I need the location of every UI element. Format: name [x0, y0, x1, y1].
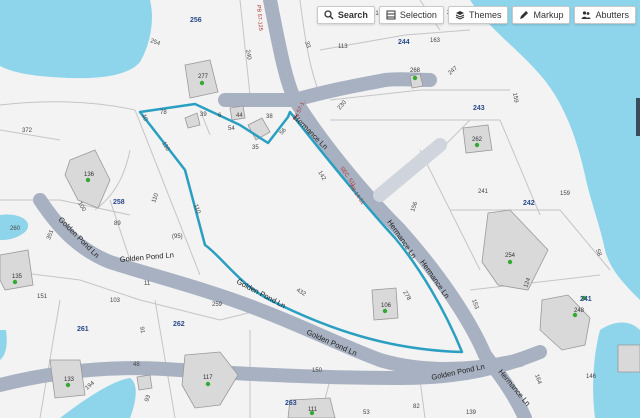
people-icon [581, 11, 591, 19]
dimension-label: 44 [236, 113, 243, 119]
search-label: Search [337, 10, 368, 20]
dimension-label: 146 [586, 374, 597, 380]
parcel-id: 263 [285, 400, 297, 407]
map-toolbar: Search Selection Themes Markup Abutters [316, 6, 636, 24]
themes-label: Themes [468, 10, 502, 20]
selection-label: Selection [399, 10, 437, 20]
building-id: 268 [410, 68, 421, 74]
parcel-map[interactable]: 256 244 243 258 242 261 262 241 263 277 … [0, 0, 640, 418]
markup-button[interactable]: Markup [512, 6, 571, 24]
dimension-label: 78 [160, 110, 167, 116]
abutters-button[interactable]: Abutters [574, 6, 636, 24]
abutters-label: Abutters [595, 10, 629, 20]
dimension-label: 82 [413, 404, 420, 410]
dimension-label: 103 [110, 298, 121, 304]
search-icon [324, 10, 334, 20]
scroll-indicator[interactable] [636, 98, 640, 136]
dimension-label: 139 [466, 410, 477, 416]
dimension-label: 38 [266, 114, 273, 120]
dimension-label: 163 [430, 38, 441, 44]
pencil-icon [520, 11, 529, 19]
dimension-label: 54 [228, 126, 235, 132]
building-id: 277 [198, 74, 209, 80]
building-id: 106 [381, 303, 392, 309]
dimension-label: 372 [22, 128, 33, 134]
dimension-label: 150 [312, 368, 323, 374]
dimension-label: 53 [363, 410, 370, 416]
parcel-id: 258 [113, 199, 125, 206]
parcel-id: 261 [77, 326, 89, 333]
building-id: 254 [505, 253, 516, 259]
dimension-label: 113 [338, 44, 348, 50]
themes-button[interactable]: Themes [447, 6, 509, 24]
building-id: 117 [203, 375, 213, 381]
building-id: 262 [472, 137, 483, 143]
dimension-label: 11 [144, 281, 151, 287]
dimension-label: 260 [10, 226, 21, 232]
parcel-id: 244 [398, 39, 410, 46]
search-button[interactable]: Search [316, 6, 375, 24]
building-id: 135 [12, 274, 23, 280]
dimension-label: 151 [37, 294, 48, 300]
dimension-label: (95) [172, 234, 183, 240]
building-id: 111 [308, 407, 318, 413]
dimension-label: 35 [252, 145, 259, 151]
dimension-label: 39 [200, 112, 207, 118]
selection-icon [386, 10, 396, 20]
parcel-id: 256 [190, 17, 202, 24]
dimension-label: 48 [133, 362, 140, 368]
markup-label: Markup [533, 10, 564, 20]
building-id: 133 [64, 377, 75, 383]
building-id: 248 [574, 308, 585, 314]
dimension-label: 259 [212, 302, 223, 308]
parcel-id: 243 [473, 105, 485, 112]
dimension-label: 89 [114, 221, 121, 227]
lake-top-left [0, 0, 152, 79]
building-id: 136 [84, 172, 95, 178]
parcel-id: 242 [523, 200, 535, 207]
dimension-label: 159 [560, 191, 571, 197]
parcel-id: 262 [173, 321, 185, 328]
parcel-id: 241 [580, 296, 592, 303]
selection-button[interactable]: Selection [378, 6, 444, 24]
dimension-label: 241 [478, 189, 489, 195]
layers-icon [455, 11, 465, 20]
